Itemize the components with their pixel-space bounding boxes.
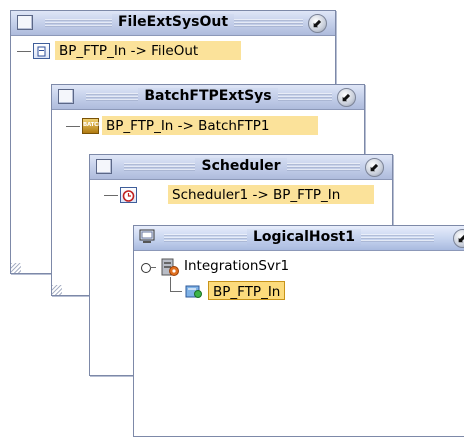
project-label-selected[interactable]: BP_FTP_In <box>208 281 286 300</box>
resize-grip[interactable] <box>11 263 21 273</box>
node-label-batchftp[interactable]: BP_FTP_In -> BatchFTP1 <box>102 116 318 135</box>
resize-grip[interactable] <box>52 285 62 295</box>
titlebar-logicalhost1[interactable]: LogicalHost1 ⬋ <box>134 226 464 251</box>
window-logicalhost1[interactable]: LogicalHost1 ⬋ IntegrationSvr1 BP_FTP_In <box>133 225 464 437</box>
tree-connector <box>170 277 171 291</box>
node-label-scheduler[interactable]: Scheduler1 -> BP_FTP_In <box>168 185 374 204</box>
titlebar-scheduler[interactable]: Scheduler ⬋ <box>90 155 392 180</box>
tree-connector <box>170 291 182 292</box>
window-title: BatchFTPExtSys <box>52 88 364 104</box>
tree-connector <box>150 267 156 268</box>
collapse-arrow-icon[interactable]: ⬋ <box>365 158 384 177</box>
integration-server-icon <box>158 256 180 278</box>
server-label[interactable]: IntegrationSvr1 <box>184 258 289 274</box>
batch-ftp-icon: BATCH <box>82 118 103 134</box>
tree-connector <box>17 51 31 52</box>
deployed-project-icon <box>184 282 204 300</box>
window-title: Scheduler <box>90 158 392 174</box>
collapse-arrow-icon[interactable]: ⬋ <box>308 14 327 33</box>
collapse-arrow-icon[interactable]: ⬋ <box>453 229 464 248</box>
window-title: FileExtSysOut <box>11 14 335 30</box>
window-title: LogicalHost1 <box>134 229 464 245</box>
tree-connector <box>104 195 118 196</box>
clock-icon <box>120 187 137 203</box>
collapse-arrow-icon[interactable]: ⬋ <box>337 88 356 107</box>
titlebar-fileextsysout[interactable]: FileExtSysOut ⬋ <box>11 11 335 36</box>
titlebar-batchftpextsys[interactable]: BatchFTPExtSys ⬋ <box>52 85 364 110</box>
file-icon <box>33 43 50 59</box>
node-label-fileout[interactable]: BP_FTP_In -> FileOut <box>55 41 241 60</box>
tree-expand-icon[interactable] <box>141 263 151 273</box>
tree-connector <box>66 126 80 127</box>
